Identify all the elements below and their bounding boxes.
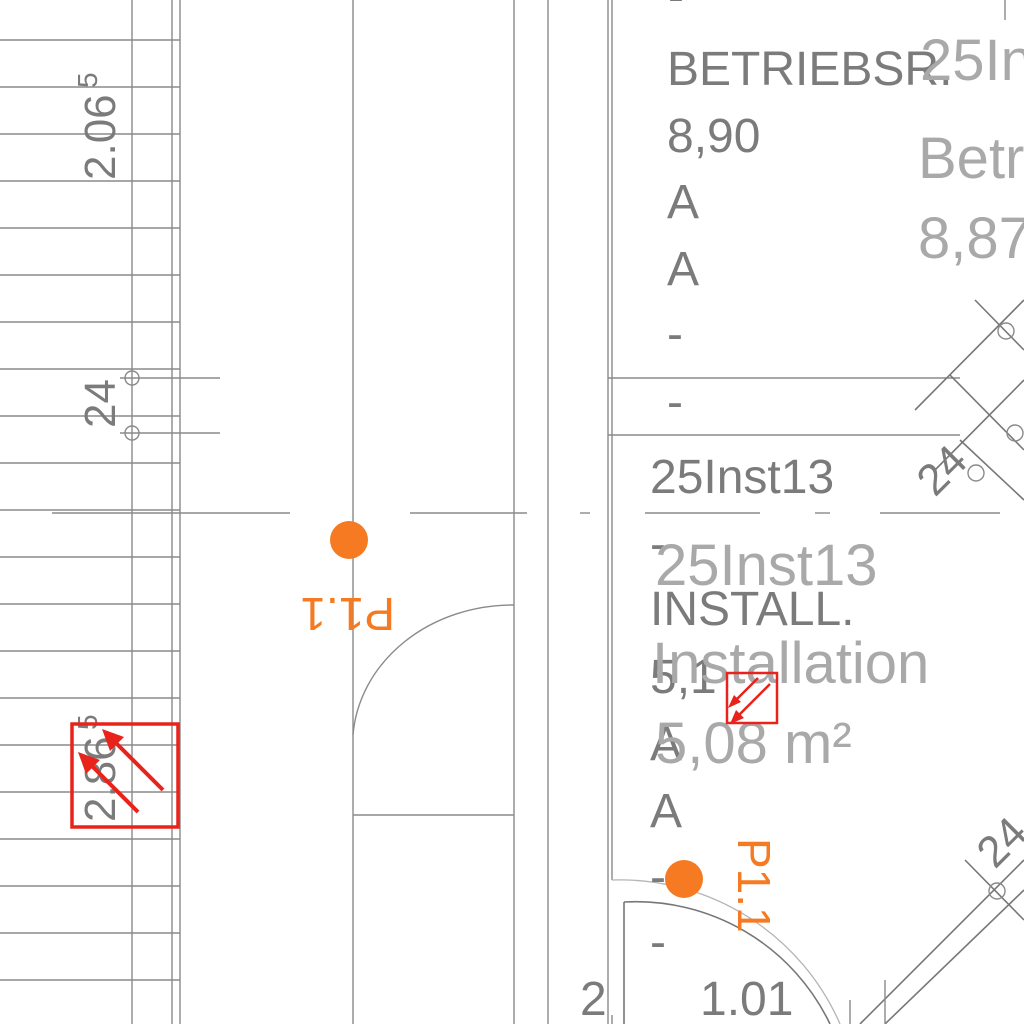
room-code: 25In	[920, 28, 1024, 93]
room-code: 25Inst13	[650, 451, 834, 504]
room-name: Installation	[652, 631, 929, 696]
dimension-text: 2.86	[76, 736, 125, 822]
room-name: Betr	[918, 126, 1024, 191]
marker-label: P1.1	[300, 588, 395, 640]
corridor-walls	[52, 0, 1006, 1024]
marker-dot-icon[interactable]	[665, 860, 703, 898]
dimension-label-d2: 24	[76, 379, 125, 428]
room-label-betriebsraum-light: 25In Betr 8,87	[918, 28, 1024, 271]
room-code: 25Inst13	[655, 533, 878, 598]
room-dash: -	[650, 851, 666, 904]
marker-label: P1.1	[728, 838, 780, 933]
dimension-label-d7: 2	[580, 973, 607, 1024]
dimension-label-d3: 2.86 5	[72, 714, 125, 822]
room-label-install-light: 25Inst13 Installation 5,08 m²	[652, 533, 929, 776]
room-area: 8,87	[918, 206, 1024, 271]
marker-p1-left[interactable]: P1.1	[300, 521, 395, 640]
dimension-superscript: 5	[72, 72, 103, 88]
dimension-label-d1: 2.06 5	[72, 72, 125, 180]
room-attr: A	[667, 243, 699, 296]
room-dash: -	[668, 0, 684, 23]
room-dash: -	[667, 376, 683, 429]
dimension-superscript: 5	[72, 714, 103, 730]
room-attr: A	[650, 785, 682, 838]
room-dash: -	[650, 916, 666, 969]
room-area: 5,08 m²	[655, 711, 852, 776]
dimension-label-d6: 1.01	[700, 973, 793, 1024]
room-name: BETRIEBSR.	[667, 43, 952, 96]
room-label-betriebsraum: - BETRIEBSR. 8,90 A A - -	[667, 0, 952, 429]
dimension-text: 2.06	[76, 94, 125, 180]
marker-p1-right[interactable]: P1.1	[665, 838, 780, 933]
floor-plan-drawing: 2.06 5 24 2.86 5 24 24 1.01 2 - BETRIEBS…	[0, 0, 1024, 1024]
room-attr: A	[667, 176, 699, 229]
dimension-label-d5: 24	[967, 808, 1024, 877]
marker-dot-icon[interactable]	[330, 521, 368, 559]
room-area: 8,90	[667, 110, 760, 163]
room-dash: -	[667, 308, 683, 361]
